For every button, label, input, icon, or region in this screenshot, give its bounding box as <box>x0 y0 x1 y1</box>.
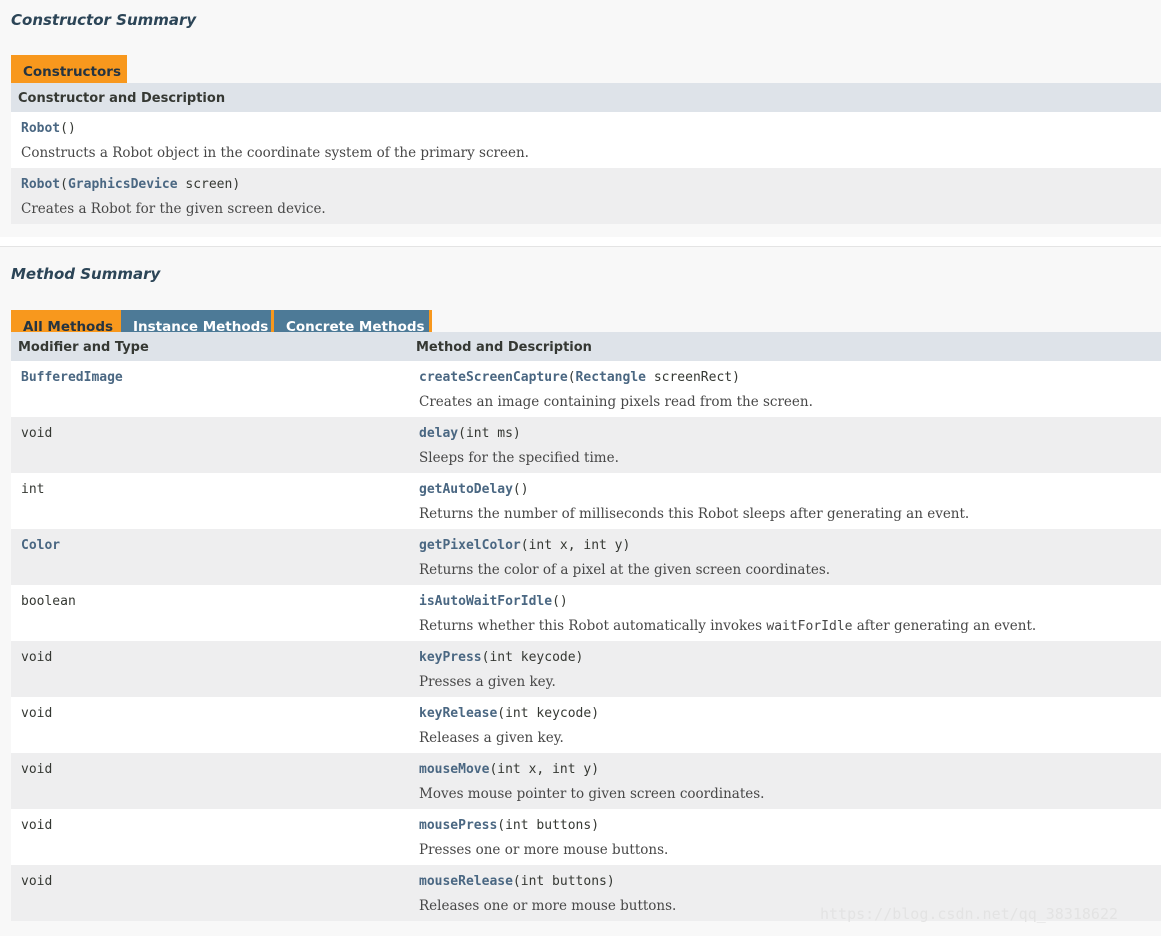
watermark: https://blog.csdn.net/qq_38318622 <box>820 905 1119 923</box>
method-summary-title: Method Summary <box>11 265 161 283</box>
method-description: Releases one or more mouse buttons. <box>419 898 677 914</box>
return-type: boolean <box>21 594 76 609</box>
method-params: () <box>552 594 568 609</box>
method-row: void mousePress(int buttons) Presses one… <box>11 809 1161 865</box>
method-row: void mouseMove(int x, int y) Moves mouse… <box>11 753 1161 809</box>
method-params: (int x, int y) <box>520 538 631 553</box>
method-signature: isAutoWaitForIdle() <box>419 594 568 609</box>
method-params: (int x, int y) <box>489 762 600 777</box>
method-summary-section: Method Summary All Methods Instance Meth… <box>0 246 1161 936</box>
tab-constructors[interactable]: Constructors <box>11 55 127 83</box>
method-params: (int buttons) <box>497 818 600 833</box>
method-link[interactable]: delay <box>419 426 458 441</box>
column-header-method: Method and Description <box>416 340 592 355</box>
method-row: void keyRelease(int keycode) Releases a … <box>11 697 1161 753</box>
return-type: void <box>21 650 53 665</box>
method-params: ( <box>567 370 576 385</box>
method-row: BufferedImage createScreenCapture(Rectan… <box>11 361 1161 417</box>
method-description: Moves mouse pointer to given screen coor… <box>419 786 765 802</box>
constructor-params: () <box>60 121 76 136</box>
constructor-table-header: Constructor and Description <box>11 83 1161 112</box>
method-description: Returns the number of milliseconds this … <box>419 506 970 522</box>
constructor-row: Robot(GraphicsDevice screen) Creates a R… <box>11 168 1161 224</box>
constructor-params: screen) <box>177 177 241 192</box>
method-description: Creates an image containing pixels read … <box>419 394 813 410</box>
constructor-link[interactable]: Robot <box>21 177 60 192</box>
return-type: Color <box>21 538 60 553</box>
method-link[interactable]: mousePress <box>419 818 497 833</box>
method-link[interactable]: keyRelease <box>419 706 497 721</box>
method-signature: delay(int ms) <box>419 426 521 441</box>
constructor-table: Constructor and Description Robot() Cons… <box>11 83 1161 224</box>
method-signature: keyRelease(int keycode) <box>419 706 599 721</box>
method-signature: getPixelColor(int x, int y) <box>419 538 630 553</box>
method-params: () <box>512 482 529 497</box>
method-description: Returns the color of a pixel at the give… <box>419 562 831 578</box>
method-params: (int buttons) <box>512 874 615 889</box>
method-description: Presses one or more mouse buttons. <box>419 842 669 858</box>
return-type-link[interactable]: Color <box>21 538 60 553</box>
method-description: Returns whether this Robot automatically… <box>419 618 1036 634</box>
method-signature: mouseMove(int x, int y) <box>419 762 599 777</box>
method-row: int getAutoDelay() Returns the number of… <box>11 473 1161 529</box>
method-signature: mousePress(int buttons) <box>419 818 599 833</box>
method-description: Sleeps for the specified time. <box>419 450 619 466</box>
method-table-header: Modifier and Type Method and Description <box>11 332 1161 361</box>
method-link[interactable]: mouseRelease <box>419 874 513 889</box>
method-signature: mouseRelease(int buttons) <box>419 874 615 889</box>
constructor-link[interactable]: Robot <box>21 121 60 136</box>
return-type: void <box>21 706 53 721</box>
method-params: (int keycode) <box>497 706 600 721</box>
description-text: Returns whether this Robot automatically… <box>419 618 767 634</box>
method-link[interactable]: isAutoWaitForIdle <box>419 594 552 609</box>
method-description: Presses a given key. <box>419 674 556 690</box>
return-type: int <box>21 482 45 497</box>
param-type-link[interactable]: Rectangle <box>576 370 646 385</box>
method-link[interactable]: getPixelColor <box>419 538 521 553</box>
method-row: boolean isAutoWaitForIdle() Returns whet… <box>11 585 1161 641</box>
method-link[interactable]: keyPress <box>419 650 482 665</box>
method-row: Color getPixelColor(int x, int y) Return… <box>11 529 1161 585</box>
constructor-description: Creates a Robot for the given screen dev… <box>21 201 326 217</box>
method-row: void keyPress(int keycode) Presses a giv… <box>11 641 1161 697</box>
return-type: BufferedImage <box>21 370 123 385</box>
method-params: (int keycode) <box>481 650 584 665</box>
method-link[interactable]: mouseMove <box>419 762 489 777</box>
return-type: void <box>21 426 53 441</box>
inline-code: waitForIdle <box>766 619 853 634</box>
method-link[interactable]: getAutoDelay <box>419 482 513 497</box>
constructor-row: Robot() Constructs a Robot object in the… <box>11 112 1161 168</box>
constructor-column-header: Constructor and Description <box>18 91 226 106</box>
method-params: (int ms) <box>458 426 521 441</box>
method-link[interactable]: createScreenCapture <box>419 370 568 385</box>
constructor-description: Constructs a Robot object in the coordin… <box>21 145 529 161</box>
constructor-summary-title: Constructor Summary <box>11 11 197 29</box>
constructor-summary-section: Constructor Summary Constructors Constru… <box>0 0 1161 237</box>
param-type-link[interactable]: GraphicsDevice <box>68 177 178 192</box>
return-type: void <box>21 874 53 889</box>
method-signature: keyPress(int keycode) <box>419 650 583 665</box>
column-header-modifier: Modifier and Type <box>18 340 149 355</box>
method-table: Modifier and Type Method and Description… <box>11 332 1161 921</box>
method-row: void delay(int ms) Sleeps for the specif… <box>11 417 1161 473</box>
constructor-paren: ( <box>60 177 68 192</box>
method-signature: createScreenCapture(Rectangle screenRect… <box>419 370 740 385</box>
constructor-signature: Robot() <box>21 121 76 136</box>
method-params: screenRect) <box>646 370 740 385</box>
return-type: void <box>21 818 53 833</box>
method-signature: getAutoDelay() <box>419 482 529 497</box>
method-description: Releases a given key. <box>419 730 564 746</box>
description-text: after generating an event. <box>852 618 1037 634</box>
return-type: void <box>21 762 53 777</box>
constructor-signature: Robot(GraphicsDevice screen) <box>21 177 240 192</box>
return-type-link[interactable]: BufferedImage <box>21 370 123 385</box>
